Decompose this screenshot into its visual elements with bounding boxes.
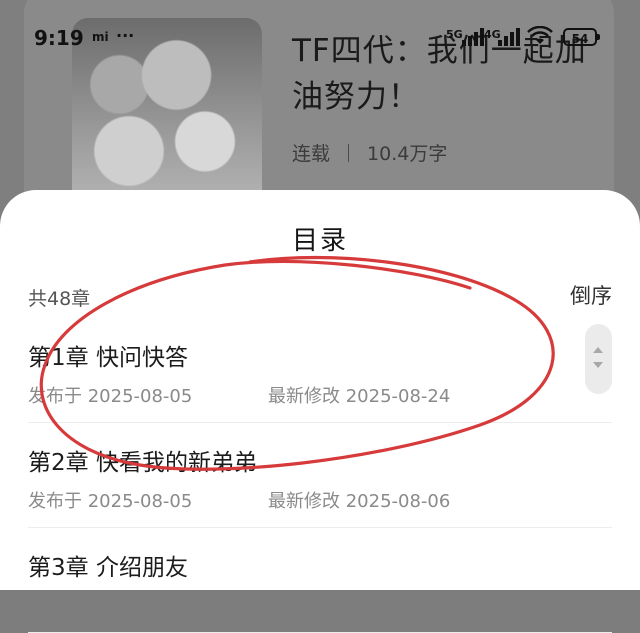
signal-bars-icon — [462, 28, 484, 46]
signal-bars-icon — [498, 28, 520, 46]
catalog-sheet: 目录 共48章 倒序 第1章 快问快答 发布于 2025-08-05 最新修改 … — [0, 190, 640, 633]
chapter-published: 发布于 2025-08-05 — [28, 491, 193, 512]
network-5g-label: 5G — [446, 28, 463, 41]
chapter-modified: 最新修改 2025-08-06 — [268, 491, 451, 512]
meta-divider — [348, 143, 350, 162]
fast-scroll-handle[interactable] — [585, 324, 612, 394]
reverse-order-button[interactable]: 倒序 — [570, 280, 612, 310]
chapter-item[interactable]: 第3章 介绍朋友 — [28, 528, 612, 633]
scroll-down-arrow-icon — [593, 362, 603, 368]
chapter-item[interactable]: 第1章 快问快答 发布于 2025-08-05 最新修改 2025-08-24 — [28, 318, 612, 423]
book-meta: 连载 10.4万字 — [292, 139, 447, 166]
book-status: 连载 — [292, 143, 331, 165]
wifi-icon — [527, 26, 553, 44]
chapter-list: 第1章 快问快答 发布于 2025-08-05 最新修改 2025-08-24 … — [0, 318, 640, 633]
status-time: 9:19 — [34, 26, 84, 50]
chapter-title: 第2章 快看我的新弟弟 — [28, 450, 257, 476]
mi-logo-icon: mi — [92, 30, 109, 44]
more-notifications-icon: ··· — [116, 26, 135, 45]
sheet-title: 目录 — [291, 226, 348, 256]
chapter-modified: 最新修改 2025-08-24 — [268, 386, 451, 407]
chapter-item[interactable]: 第2章 快看我的新弟弟 发布于 2025-08-05 最新修改 2025-08-… — [28, 423, 612, 528]
chapter-title: 第3章 介绍朋友 — [28, 555, 188, 581]
chapter-published: 发布于 2025-08-05 — [28, 386, 193, 407]
book-word-count: 10.4万字 — [367, 143, 448, 165]
status-bar: 9:19 mi ··· 5G 4G 54 — [0, 22, 640, 58]
chapter-title: 第1章 快问快答 — [28, 345, 188, 371]
battery-icon: 54 — [563, 28, 600, 46]
chapter-count: 共48章 — [28, 288, 91, 310]
scroll-up-arrow-icon — [593, 347, 603, 353]
